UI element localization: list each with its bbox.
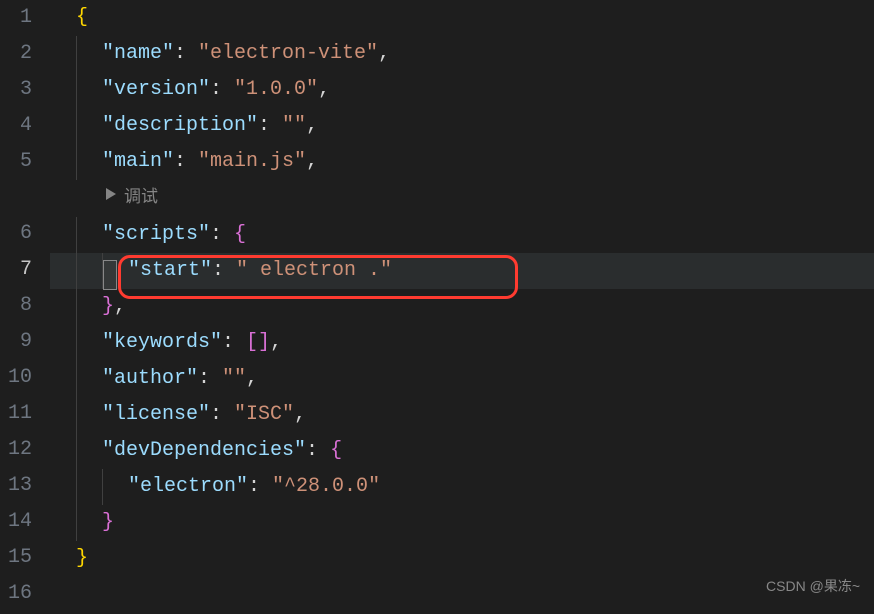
- code-line[interactable]: },: [50, 289, 874, 325]
- code-line[interactable]: }: [50, 541, 874, 577]
- json-key: "version": [102, 78, 210, 101]
- json-value: "": [222, 367, 246, 390]
- line-number: 2: [0, 36, 32, 72]
- json-key: "scripts": [102, 223, 210, 246]
- line-number: 10: [0, 360, 32, 396]
- line-number: 7: [0, 252, 32, 288]
- code-line[interactable]: "devDependencies": {: [50, 433, 874, 469]
- code-line[interactable]: "version": "1.0.0",: [50, 72, 874, 108]
- line-number: 8: [0, 288, 32, 324]
- line-gutter: 1 2 3 4 5 6 7 8 9 10 11 12 13 14 15 16: [0, 0, 50, 612]
- line-number: 4: [0, 108, 32, 144]
- line-number: 16: [0, 576, 32, 612]
- json-value: "electron-vite": [198, 42, 378, 65]
- line-number: 13: [0, 468, 32, 504]
- debug-codelens[interactable]: 调试: [50, 181, 158, 217]
- play-icon: [102, 181, 118, 217]
- line-number: 6: [0, 216, 32, 252]
- json-value: "^28.0.0": [272, 475, 380, 498]
- line-number: 14: [0, 504, 32, 540]
- code-line[interactable]: "keywords": [],: [50, 325, 874, 361]
- code-editor[interactable]: 1 2 3 4 5 6 7 8 9 10 11 12 13 14 15 16 {…: [0, 0, 874, 612]
- code-line[interactable]: [50, 577, 874, 613]
- line-number: 12: [0, 432, 32, 468]
- line-number: 15: [0, 540, 32, 576]
- line-number: 11: [0, 396, 32, 432]
- json-key: "keywords": [102, 331, 222, 354]
- json-key: "electron": [128, 475, 248, 498]
- json-key: "name": [102, 42, 174, 65]
- json-value: "": [282, 114, 306, 137]
- json-value: "1.0.0": [234, 78, 318, 101]
- json-key: "start": [128, 259, 212, 282]
- json-key: "author": [102, 367, 198, 390]
- code-line[interactable]: {: [50, 0, 874, 36]
- code-area[interactable]: { "name": "electron-vite", "version": "1…: [50, 0, 874, 612]
- json-value: "main.js": [198, 150, 306, 173]
- json-value: " electron .": [236, 259, 392, 282]
- line-number: 5: [0, 144, 32, 180]
- json-key: "description": [102, 114, 258, 137]
- line-number: 1: [0, 0, 32, 36]
- code-line[interactable]: "license": "ISC",: [50, 397, 874, 433]
- line-number: 3: [0, 72, 32, 108]
- code-line[interactable]: "main": "main.js",: [50, 144, 874, 180]
- json-key: "main": [102, 150, 174, 173]
- json-value: "ISC": [234, 403, 294, 426]
- code-line[interactable]: "author": "",: [50, 361, 874, 397]
- code-line[interactable]: "start": " electron .": [50, 253, 874, 289]
- line-spacer: [0, 180, 32, 216]
- code-line[interactable]: }: [50, 505, 874, 541]
- json-key: "license": [102, 403, 210, 426]
- code-line[interactable]: "electron": "^28.0.0": [50, 469, 874, 505]
- code-line[interactable]: "description": "",: [50, 108, 874, 144]
- json-key: "devDependencies": [102, 439, 306, 462]
- line-number: 9: [0, 324, 32, 360]
- watermark: CSDN @果冻~: [766, 568, 860, 604]
- code-line[interactable]: "scripts": {: [50, 217, 874, 253]
- debug-label: 调试: [124, 181, 158, 217]
- code-line[interactable]: "name": "electron-vite",: [50, 36, 874, 72]
